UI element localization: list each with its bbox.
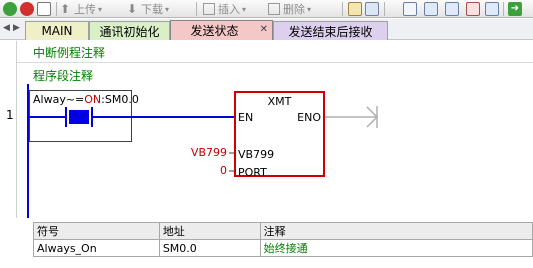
symbol-table: 符号 地址 注释 Always_On SM0.0 始终接通 (33, 222, 533, 257)
tbl-operand[interactable]: VB799 (191, 146, 227, 159)
en-pin-label: EN (238, 111, 254, 124)
port-pin-label: PORT (238, 166, 267, 179)
table-row[interactable]: Always_On SM0.0 始终接通 (33, 239, 533, 257)
column-header-address[interactable]: 地址 (158, 222, 261, 240)
symbol-cell: Always_On (33, 239, 160, 257)
eno-pin-label: ENO (297, 111, 321, 124)
column-header-symbol[interactable]: 符号 (33, 222, 160, 240)
symbol-table-header: 符号 地址 注释 (33, 222, 533, 240)
comment-cell: 始终接通 (259, 239, 533, 257)
tbl-pin-label: VB799 (238, 148, 275, 161)
block-title: XMT (267, 95, 292, 108)
port-operand[interactable]: 0 (220, 164, 227, 177)
contact-body (69, 110, 89, 124)
xmt-block[interactable]: XMT EN ENO VB799 PORT (234, 91, 325, 179)
address-cell: SM0.0 (158, 239, 261, 257)
column-header-comment[interactable]: 注释 (259, 222, 533, 240)
